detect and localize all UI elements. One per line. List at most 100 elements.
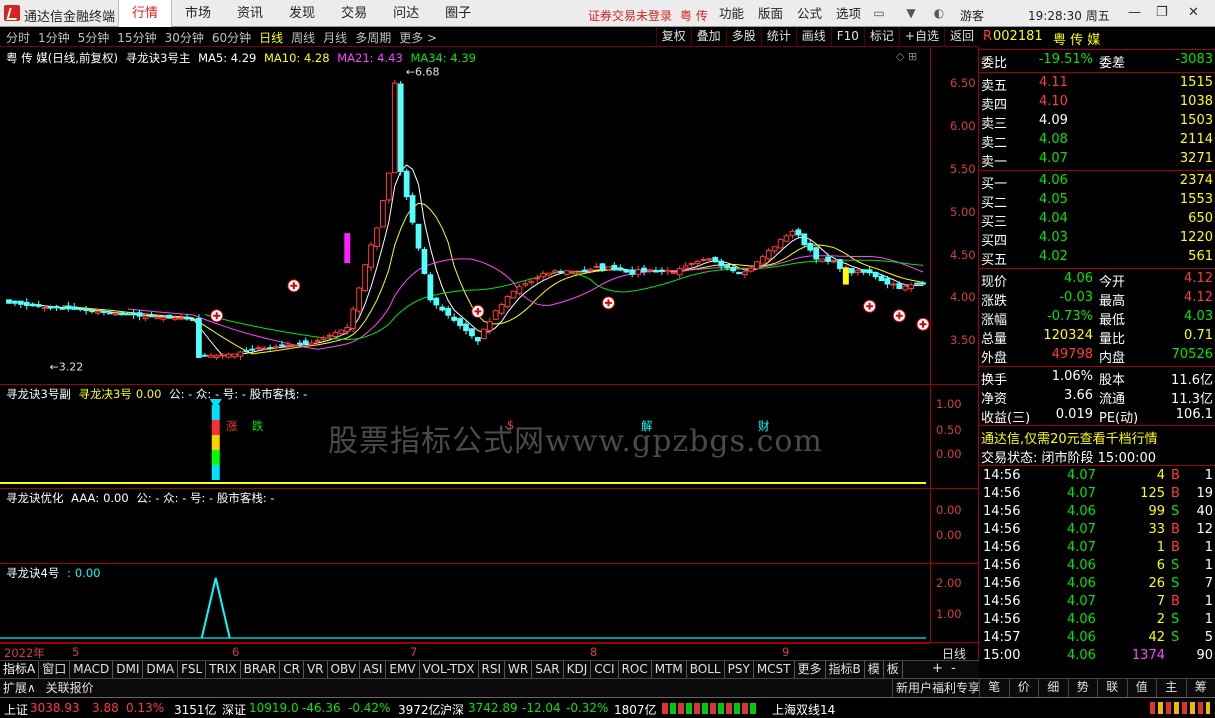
- candle[interactable]: [664, 266, 671, 276]
- indicator-tab[interactable]: 板: [884, 661, 903, 678]
- candle[interactable]: [575, 271, 582, 274]
- indicator-tab[interactable]: 更多: [795, 661, 826, 678]
- chart-tool-button[interactable]: F10: [830, 27, 864, 46]
- candle[interactable]: [291, 344, 297, 348]
- candle[interactable]: [528, 279, 535, 286]
- indicator-tab[interactable]: DMI: [113, 661, 144, 678]
- indicator-tab[interactable]: 窗口: [39, 661, 71, 678]
- buy-signal-icon[interactable]: [287, 279, 301, 293]
- period-option[interactable]: 30分钟: [165, 29, 204, 46]
- candle[interactable]: [160, 317, 167, 322]
- chart-tool-button[interactable]: 叠加: [690, 27, 726, 46]
- indicator-tab[interactable]: MTM: [652, 661, 687, 678]
- indicator-tab[interactable]: BRAR: [241, 661, 281, 678]
- candle[interactable]: [77, 307, 84, 312]
- expand-button[interactable]: 扩展∧: [0, 679, 39, 697]
- candle[interactable]: [860, 269, 867, 276]
- candle[interactable]: [759, 254, 766, 266]
- right-menu-item[interactable]: 选项: [829, 0, 868, 27]
- quote-tab[interactable]: 值: [1126, 678, 1157, 697]
- candle[interactable]: [819, 258, 825, 263]
- indicator-tab[interactable]: MCST: [754, 661, 795, 678]
- indicator-tab[interactable]: TRIX: [206, 661, 241, 678]
- candle[interactable]: [385, 172, 392, 204]
- candle[interactable]: [771, 246, 778, 255]
- candle[interactable]: [866, 266, 873, 276]
- candle[interactable]: [255, 345, 262, 351]
- candle[interactable]: [451, 313, 457, 323]
- candle[interactable]: [552, 268, 558, 275]
- indicator-tab[interactable]: PSY: [725, 661, 754, 678]
- chart-tool-button[interactable]: 复权: [655, 27, 691, 46]
- candle[interactable]: [427, 272, 434, 303]
- chart-tool-button[interactable]: 多股: [725, 27, 761, 46]
- candle[interactable]: [765, 247, 772, 261]
- candle[interactable]: [558, 269, 564, 273]
- buy-signal-icon[interactable]: [601, 296, 615, 310]
- period-option[interactable]: 5分钟: [78, 29, 110, 46]
- menu-item[interactable]: 交易: [328, 0, 380, 27]
- candle[interactable]: [130, 309, 137, 319]
- candle[interactable]: [445, 305, 452, 319]
- feed-name[interactable]: 上海双线14: [772, 701, 835, 718]
- candle[interactable]: [380, 199, 386, 228]
- candle[interactable]: [712, 256, 719, 263]
- buy-signal-icon[interactable]: [863, 299, 877, 313]
- candle[interactable]: [59, 307, 66, 310]
- menu-item[interactable]: 发现: [276, 0, 328, 27]
- indicator-tab[interactable]: ROC: [619, 661, 652, 678]
- candle[interactable]: [807, 239, 814, 253]
- quote-tab[interactable]: 联: [1097, 678, 1127, 697]
- candle[interactable]: [605, 266, 612, 271]
- sub3-chart[interactable]: [0, 564, 930, 643]
- login-warning[interactable]: 证券交易未登录: [588, 7, 672, 24]
- candle[interactable]: [403, 168, 410, 200]
- candle[interactable]: [12, 300, 18, 307]
- indicator-tab[interactable]: RSI: [479, 661, 506, 678]
- candle[interactable]: [23, 298, 30, 310]
- candle[interactable]: [629, 266, 636, 278]
- candle[interactable]: [516, 284, 523, 296]
- candle[interactable]: [837, 258, 843, 273]
- period-option[interactable]: 分时: [6, 29, 30, 46]
- candle[interactable]: [302, 337, 309, 345]
- candle[interactable]: [6, 299, 12, 304]
- quote-tab[interactable]: 主: [1156, 678, 1186, 697]
- candle[interactable]: [795, 227, 802, 239]
- candle[interactable]: [415, 223, 422, 251]
- candle[interactable]: [237, 350, 244, 361]
- chart-tool-button[interactable]: 统计: [760, 27, 796, 46]
- quote-tab[interactable]: 笔: [979, 678, 1009, 697]
- candle[interactable]: [825, 253, 831, 265]
- indicator-tab[interactable]: CR: [280, 661, 304, 678]
- connection-status-icon[interactable]: [1150, 702, 1210, 714]
- candle[interactable]: [463, 320, 469, 335]
- candle[interactable]: [41, 305, 48, 312]
- candle[interactable]: [243, 347, 250, 353]
- candle[interactable]: [17, 300, 24, 309]
- candle[interactable]: [350, 306, 357, 333]
- candle[interactable]: [475, 336, 481, 345]
- candle[interactable]: [789, 228, 796, 239]
- candle[interactable]: [540, 270, 547, 281]
- chart-tool-button[interactable]: 标记: [863, 27, 899, 46]
- candle[interactable]: [308, 339, 315, 346]
- promo-link[interactable]: 新用户福利专享: [892, 679, 983, 697]
- indicator-tab[interactable]: KDJ: [564, 661, 592, 678]
- candle[interactable]: [267, 344, 273, 351]
- period-option[interactable]: 月线: [323, 29, 347, 46]
- candle[interactable]: [320, 335, 327, 342]
- candle[interactable]: [736, 271, 742, 275]
- indicator-tab[interactable]: CCI: [591, 661, 619, 678]
- period-option[interactable]: 60分钟: [212, 29, 251, 46]
- candle[interactable]: [748, 266, 754, 273]
- candle[interactable]: [581, 266, 588, 273]
- candle[interactable]: [688, 262, 695, 267]
- candle[interactable]: [374, 227, 380, 251]
- collapse-icon[interactable]: ▼: [904, 6, 918, 20]
- indicator-tab[interactable]: FSL: [178, 661, 207, 678]
- candle[interactable]: [564, 270, 570, 276]
- menu-item[interactable]: 市场: [172, 0, 224, 27]
- candle[interactable]: [908, 282, 915, 292]
- menu-item[interactable]: 资讯: [224, 0, 276, 27]
